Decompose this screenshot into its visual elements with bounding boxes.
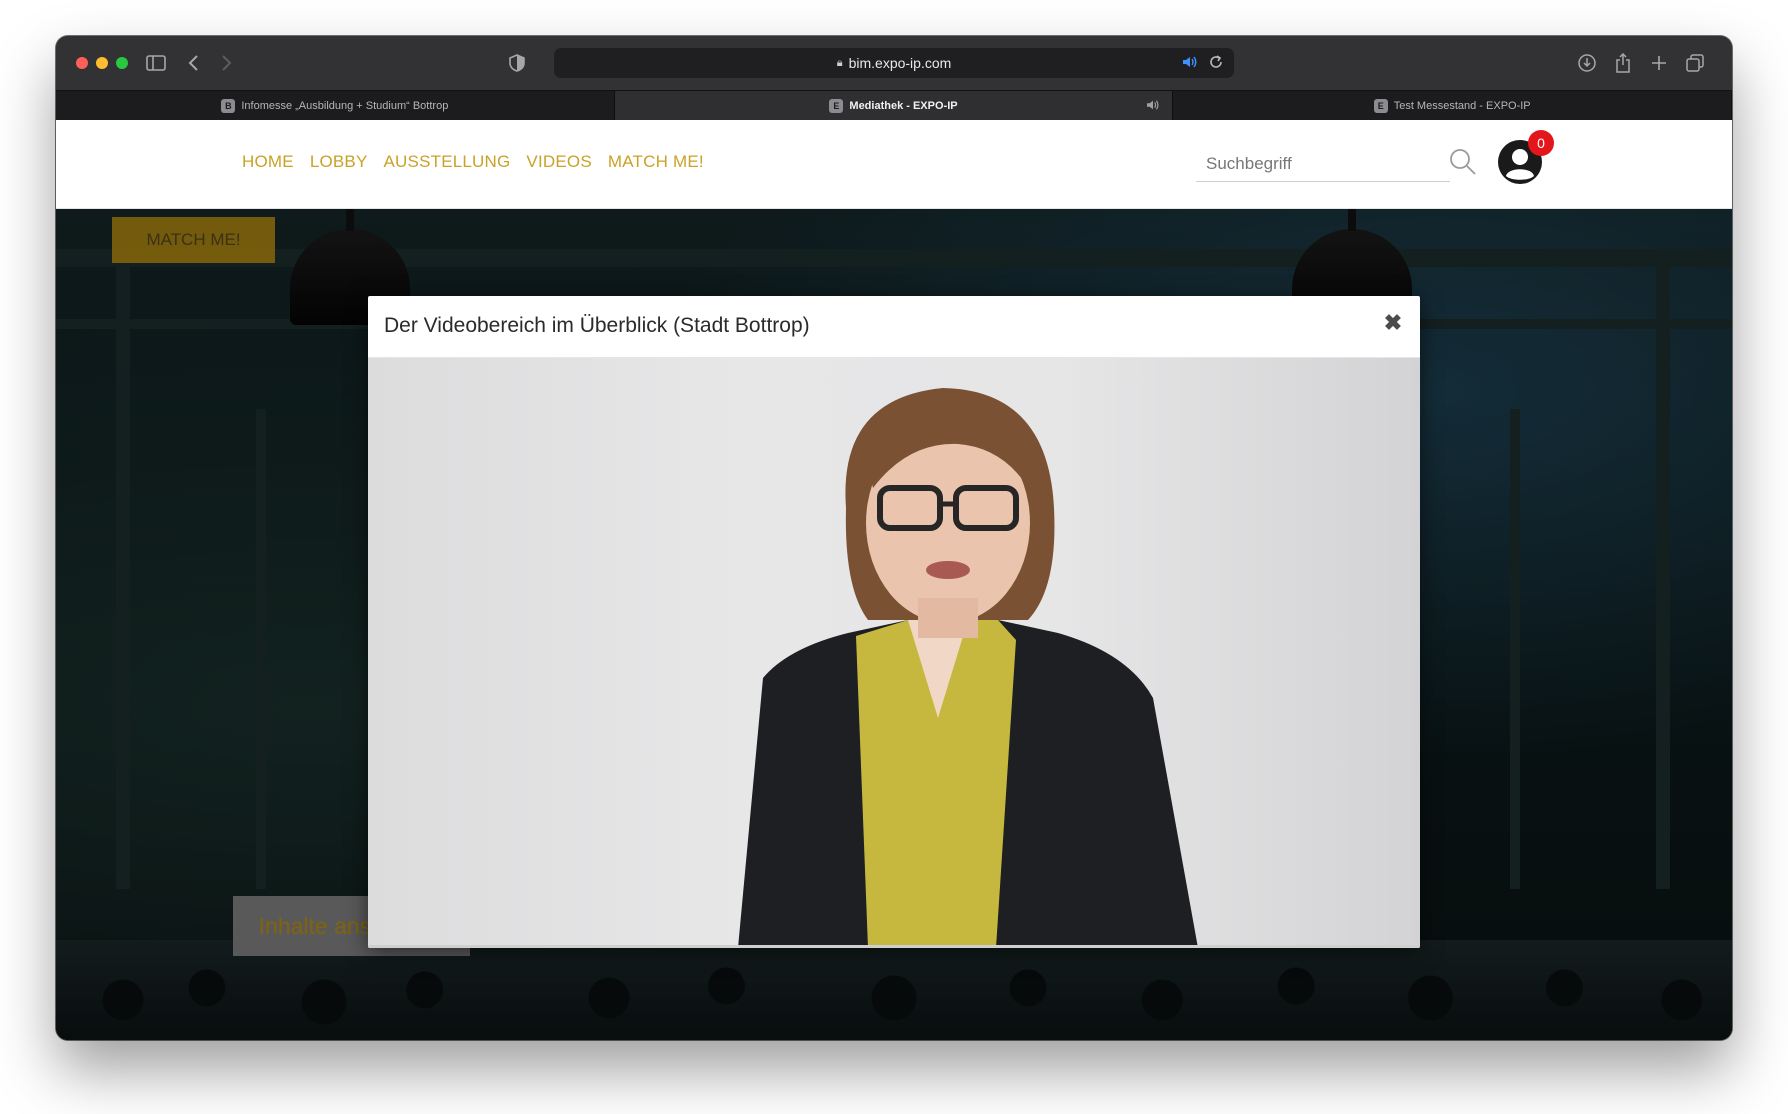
speaker-mouth: [926, 561, 970, 579]
tab-audio-icon[interactable]: [1146, 99, 1160, 114]
web-viewport: HOME LOBBY AUSSTELLUNG VIDEOS MATCH ME! …: [56, 120, 1732, 1040]
share-icon[interactable]: [1610, 50, 1636, 76]
browser-window: 🔒︎ bim.expo-ip.com B Infomesse „Ausbildu…: [56, 36, 1732, 1040]
video-modal: Der Videobereich im Überblick (Stadt Bot…: [368, 296, 1420, 948]
new-tab-icon[interactable]: [1646, 50, 1672, 76]
nav-lobby[interactable]: LOBBY: [310, 152, 368, 172]
video-progress-bar[interactable]: [368, 945, 1420, 948]
tab-favicon: E: [829, 98, 844, 113]
sidebar-icon[interactable]: [143, 50, 169, 76]
tab-test-messestand[interactable]: E Test Messestand - EXPO-IP: [1173, 91, 1732, 120]
modal-title: Der Videobereich im Überblick (Stadt Bot…: [384, 314, 810, 337]
url-text: bim.expo-ip.com: [848, 55, 952, 71]
site-header: HOME LOBBY AUSSTELLUNG VIDEOS MATCH ME! …: [56, 120, 1732, 209]
tab-favicon: B: [221, 98, 236, 113]
desktop-background: 🔒︎ bim.expo-ip.com B Infomesse „Ausbildu…: [0, 0, 1788, 1114]
forward-icon[interactable]: [214, 50, 240, 76]
tab-infomesse[interactable]: B Infomesse „Ausbildung + Studium“ Bottr…: [56, 91, 615, 120]
close-window-button[interactable]: [76, 57, 88, 69]
nav-videos[interactable]: VIDEOS: [526, 152, 591, 172]
video-player[interactable]: [368, 358, 1420, 948]
modal-header: Der Videobereich im Überblick (Stadt Bot…: [368, 296, 1420, 358]
search-field: [1196, 146, 1450, 182]
downloads-icon[interactable]: [1574, 50, 1600, 76]
audio-playing-icon[interactable]: [1182, 55, 1198, 72]
close-icon[interactable]: ✖: [1382, 312, 1404, 334]
tab-overview-icon[interactable]: [1682, 50, 1708, 76]
tab-strip: B Infomesse „Ausbildung + Studium“ Bottr…: [56, 90, 1732, 120]
nav-ausstellung[interactable]: AUSSTELLUNG: [384, 152, 511, 172]
lock-icon: 🔒︎: [836, 56, 843, 69]
search-icon[interactable]: [1449, 148, 1477, 181]
tab-label: Test Messestand - EXPO-IP: [1393, 99, 1531, 112]
nav-home[interactable]: HOME: [242, 152, 294, 172]
minimize-window-button[interactable]: [96, 57, 108, 69]
address-bar[interactable]: 🔒︎ bim.expo-ip.com: [554, 48, 1234, 78]
back-icon[interactable]: [180, 50, 206, 76]
nav-match-me[interactable]: MATCH ME!: [608, 152, 704, 172]
tab-label: Mediathek - EXPO-IP: [849, 99, 958, 112]
tab-favicon: E: [1373, 98, 1388, 113]
video-frame: [738, 388, 1198, 948]
speaker-neck: [918, 598, 978, 638]
privacy-shield-icon[interactable]: [504, 50, 530, 76]
reload-icon[interactable]: [1208, 54, 1224, 73]
search-input[interactable]: [1196, 146, 1450, 181]
main-navigation: HOME LOBBY AUSSTELLUNG VIDEOS MATCH ME!: [242, 152, 704, 172]
tab-mediathek[interactable]: E Mediathek - EXPO-IP: [614, 91, 1174, 120]
zoom-window-button[interactable]: [116, 57, 128, 69]
tab-label: Infomesse „Ausbildung + Studium“ Bottrop: [241, 99, 449, 112]
browser-toolbar: 🔒︎ bim.expo-ip.com: [56, 36, 1732, 90]
notification-badge: 0: [1528, 130, 1554, 156]
